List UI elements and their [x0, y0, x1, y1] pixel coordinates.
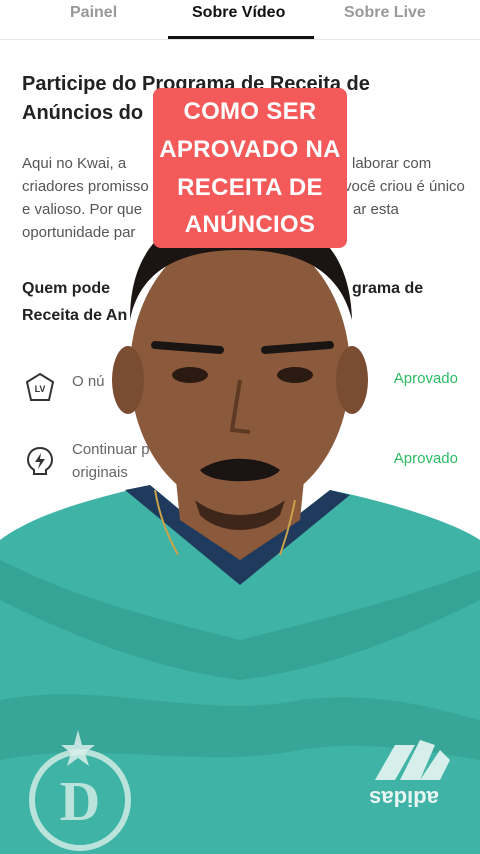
svg-text:adidas: adidas: [369, 786, 439, 811]
tab-bar: Painel Sobre Vídeo Sobre Live: [0, 0, 480, 40]
svg-text:D: D: [60, 771, 100, 833]
caption-line-2: APROVADO NA: [159, 136, 341, 163]
caption-line-4: ANÚNCIOS: [184, 211, 316, 238]
caption-line-1: COMO SER: [183, 98, 317, 125]
tab-sobre-video[interactable]: Sobre Vídeo: [192, 4, 285, 22]
intro-right-line: você criou é único: [344, 178, 465, 195]
intro-right-line: laborar com: [352, 155, 432, 172]
caption-line-3: RECEITA DE: [177, 174, 323, 201]
person-overlay: D adidas: [0, 210, 480, 854]
tab-painel[interactable]: Painel: [70, 4, 117, 22]
tab-sobre-live[interactable]: Sobre Live: [344, 4, 426, 22]
active-tab-indicator: [168, 36, 314, 39]
